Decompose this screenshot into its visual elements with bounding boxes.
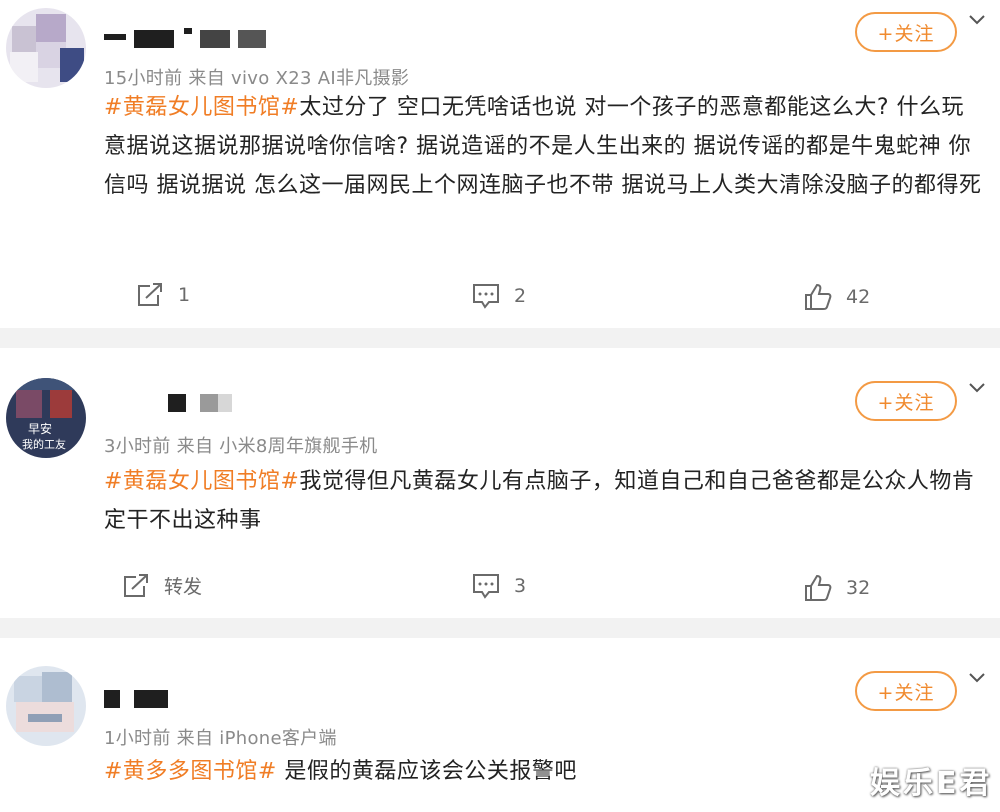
repost-icon (138, 283, 162, 306)
hashtag-link[interactable]: #黄磊女儿图书馆# (104, 469, 299, 494)
comment-text: #黄多多图书馆# 是假的黄磊应该会公关报警吧 (104, 752, 984, 791)
thumbs-up-icon (805, 283, 832, 310)
post-meta: 1小时前 来自 iPhone客户端 (104, 728, 337, 749)
comment-card-2: 早安 我的工友 3小时前 来自 小米8周年旗舰手机 +关注 #黄磊女儿图书馆#我… (0, 348, 1000, 618)
card-divider (0, 328, 1000, 348)
chevron-down-icon[interactable] (966, 666, 988, 688)
follow-button[interactable]: +关注 (855, 381, 957, 421)
thumbs-up-icon (805, 574, 832, 601)
avatar-mosaic (6, 378, 86, 390)
like-button[interactable]: 42 (804, 283, 870, 311)
avatar[interactable]: 早安 我的工友 (6, 378, 86, 458)
comment-count: 2 (514, 285, 527, 307)
avatar-mosaic (12, 26, 36, 52)
watermark: 娱乐E君 (870, 766, 993, 801)
follow-button[interactable]: +关注 (855, 671, 957, 711)
avatar-mosaic (28, 714, 62, 722)
post-meta: 15小时前 来自 vivo X23 AI非凡摄影 (104, 68, 410, 89)
like-count: 32 (846, 577, 871, 599)
avatar-mosaic (14, 676, 42, 702)
post-meta: 3小时前 来自 小米8周年旗舰手机 (104, 436, 378, 457)
avatar-mosaic (16, 390, 42, 418)
avatar-caption: 我的工友 (22, 438, 66, 451)
like-button[interactable]: 32 (804, 574, 870, 602)
avatar-mosaic (60, 48, 84, 82)
repost-button[interactable]: 1 (136, 282, 190, 308)
comment-card-1: 15小时前 来自 vivo X23 AI非凡摄影 +关注 #黄磊女儿图书馆#太过… (0, 0, 1000, 328)
comment-text: #黄磊女儿图书馆#太过分了 空口无凭啥话也说 对一个孩子的恶意都能这么大? 什么… (104, 88, 984, 205)
avatar-mosaic (10, 52, 38, 82)
hashtag-link[interactable]: #黄多多图书馆# (104, 759, 277, 784)
hashtag-link[interactable]: #黄磊女儿图书馆# (104, 95, 299, 120)
like-count: 42 (846, 286, 871, 308)
avatar-mosaic (42, 672, 72, 702)
avatar-caption: 早安 (28, 422, 53, 436)
comment-icon (473, 284, 499, 309)
repost-button[interactable]: 转发 (122, 572, 202, 599)
username-redacted[interactable] (104, 26, 284, 48)
username-redacted[interactable] (104, 394, 244, 416)
repost-label: 转发 (164, 576, 203, 598)
comment-button[interactable]: 3 (472, 572, 526, 600)
avatar[interactable] (6, 8, 86, 88)
card-divider (0, 618, 1000, 638)
comment-text: #黄磊女儿图书馆#我觉得但凡黄磊女儿有点脑子，知道自己和自己爸爸都是公众人物肯定… (104, 462, 984, 540)
comment-icon (473, 574, 499, 599)
repost-count: 1 (178, 284, 191, 306)
avatar-mosaic (36, 14, 66, 42)
repost-icon (124, 573, 148, 597)
avatar-mosaic (50, 390, 72, 418)
comment-button[interactable]: 2 (472, 282, 526, 310)
comment-card-3: 1小时前 来自 iPhone客户端 +关注 #黄多多图书馆# 是假的黄磊应该会公… (0, 638, 1000, 812)
comment-count: 3 (514, 575, 527, 597)
avatar[interactable] (6, 666, 86, 746)
username-redacted[interactable] (104, 690, 184, 712)
chevron-down-icon[interactable] (966, 376, 988, 398)
chevron-down-icon[interactable] (966, 8, 988, 30)
follow-button[interactable]: +关注 (855, 12, 957, 52)
comment-body: 是假的黄磊应该会公关报警吧 (276, 759, 577, 784)
